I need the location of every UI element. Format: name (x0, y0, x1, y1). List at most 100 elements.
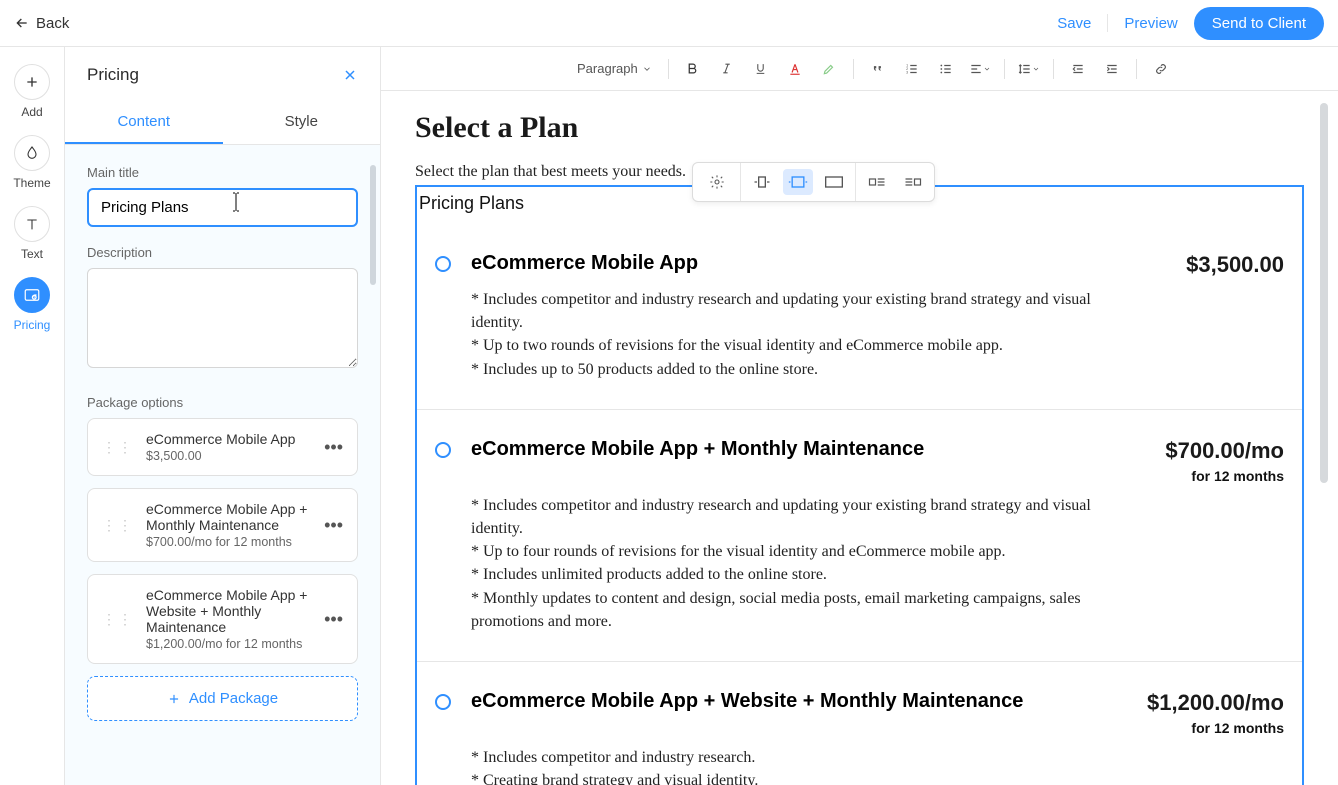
package-price: $3,500.00 (146, 449, 312, 463)
description-input[interactable] (87, 268, 358, 368)
package-name: eCommerce Mobile App + Website + Monthly… (146, 587, 312, 635)
paragraph-style-select[interactable]: Paragraph (571, 57, 658, 80)
underline-icon (754, 62, 767, 75)
block-settings-button[interactable] (693, 163, 741, 201)
drag-handle-icon[interactable]: ⋮⋮ (102, 522, 134, 528)
plus-icon (24, 74, 40, 90)
package-list: ⋮⋮ eCommerce Mobile App $3,500.00 ••• ⋮⋮… (87, 418, 358, 721)
plan-row[interactable]: eCommerce Mobile App + Monthly Maintenan… (417, 410, 1302, 662)
toolbar-separator (1004, 59, 1005, 79)
plan-row[interactable]: eCommerce Mobile App $3,500.00 * Include… (417, 224, 1302, 410)
ordered-list-button[interactable]: 123 (898, 55, 926, 83)
rail-text[interactable]: Text (14, 206, 50, 261)
rail-pricing-label: Pricing (14, 318, 51, 332)
text-color-icon (788, 62, 802, 76)
plan-radio[interactable] (435, 256, 451, 272)
package-card[interactable]: ⋮⋮ eCommerce Mobile App + Monthly Mainte… (87, 488, 358, 562)
highlight-button[interactable] (815, 55, 843, 83)
panel-scrollbar[interactable] (370, 165, 376, 285)
save-button[interactable]: Save (1057, 15, 1091, 32)
panel-title: Pricing (87, 65, 139, 85)
pricing-block[interactable]: Pricing Plans eCommerce Mobile App $3,50… (415, 185, 1304, 785)
rail-theme-label: Theme (13, 176, 50, 190)
package-price: $1,200.00/mo for 12 months (146, 637, 312, 651)
package-card[interactable]: ⋮⋮ eCommerce Mobile App + Website + Mont… (87, 574, 358, 664)
toolbar-separator (1053, 59, 1054, 79)
wrap-right-button[interactable] (898, 169, 928, 195)
tab-style[interactable]: Style (223, 101, 381, 144)
layout-narrow-button[interactable] (747, 169, 777, 195)
plan-row[interactable]: eCommerce Mobile App + Website + Monthly… (417, 662, 1302, 785)
rail-pricing[interactable]: $ Pricing (14, 277, 51, 332)
back-button[interactable]: Back (14, 15, 69, 32)
layout-narrow-icon (752, 175, 772, 189)
close-panel-button[interactable] (342, 67, 358, 83)
italic-icon (720, 62, 733, 75)
send-to-client-button[interactable]: Send to Client (1194, 7, 1324, 40)
side-panel: Pricing Content Style Main title Descrip… (65, 47, 381, 785)
plan-description: * Includes competitor and industry resea… (471, 746, 1111, 785)
layout-full-icon (824, 175, 844, 189)
quote-button[interactable] (864, 55, 892, 83)
link-button[interactable] (1147, 55, 1175, 83)
underline-button[interactable] (747, 55, 775, 83)
layout-wide-button[interactable] (783, 169, 813, 195)
layout-full-button[interactable] (819, 169, 849, 195)
package-more-button[interactable]: ••• (324, 437, 343, 458)
package-more-button[interactable]: ••• (324, 609, 343, 630)
main-title-input[interactable] (87, 188, 358, 227)
plus-icon (167, 692, 181, 706)
divider (1107, 14, 1108, 32)
align-icon (969, 62, 983, 76)
wrap-left-icon (868, 175, 886, 189)
highlight-icon (822, 62, 836, 76)
drag-handle-icon[interactable]: ⋮⋮ (102, 616, 134, 622)
toolbar-separator (668, 59, 669, 79)
chevron-down-icon (642, 64, 652, 74)
text-icon (24, 216, 40, 232)
indent-decrease-button[interactable] (1064, 55, 1092, 83)
align-button[interactable] (966, 55, 994, 83)
description-label: Description (87, 245, 358, 260)
unordered-list-button[interactable] (932, 55, 960, 83)
package-more-button[interactable]: ••• (324, 515, 343, 536)
svg-text:3: 3 (906, 70, 908, 74)
canvas-scrollbar[interactable] (1320, 103, 1328, 483)
package-card[interactable]: ⋮⋮ eCommerce Mobile App $3,500.00 ••• (87, 418, 358, 476)
italic-button[interactable] (713, 55, 741, 83)
plan-radio[interactable] (435, 694, 451, 710)
wrap-left-button[interactable] (862, 169, 892, 195)
paragraph-style-label: Paragraph (577, 61, 638, 76)
chevron-down-icon (1032, 65, 1040, 73)
plan-name: eCommerce Mobile App (471, 252, 698, 275)
app-header: Back Save Preview Send to Client (0, 0, 1338, 47)
toolbar-separator (853, 59, 854, 79)
plan-name: eCommerce Mobile App + Monthly Maintenan… (471, 438, 924, 461)
plan-price: $700.00/mo (1165, 438, 1284, 464)
document-area[interactable]: Select a Plan Select the plan that best … (381, 91, 1338, 785)
indent-increase-button[interactable] (1098, 55, 1126, 83)
pricing-icon: $ (23, 286, 41, 304)
plan-description: * Includes competitor and industry resea… (471, 494, 1111, 633)
doc-heading[interactable]: Select a Plan (415, 111, 1304, 145)
tab-content[interactable]: Content (65, 101, 223, 144)
text-color-button[interactable] (781, 55, 809, 83)
arrow-left-icon (14, 15, 30, 31)
plan-term: for 12 months (1147, 720, 1284, 736)
gear-icon (709, 174, 725, 190)
drag-handle-icon[interactable]: ⋮⋮ (102, 444, 134, 450)
plan-term: for 12 months (1165, 468, 1284, 484)
bold-button[interactable] (679, 55, 707, 83)
rail-text-label: Text (21, 247, 43, 261)
rail-add[interactable]: Add (14, 64, 50, 119)
indent-decrease-icon (1071, 62, 1085, 76)
line-spacing-button[interactable] (1015, 55, 1043, 83)
plan-radio[interactable] (435, 442, 451, 458)
text-toolbar: Paragraph 123 (381, 47, 1338, 91)
preview-button[interactable]: Preview (1124, 15, 1177, 32)
add-package-button[interactable]: Add Package (87, 676, 358, 721)
rail-theme[interactable]: Theme (13, 135, 50, 190)
rail-add-label: Add (21, 105, 42, 119)
unordered-list-icon (939, 62, 953, 76)
back-label: Back (36, 15, 69, 32)
